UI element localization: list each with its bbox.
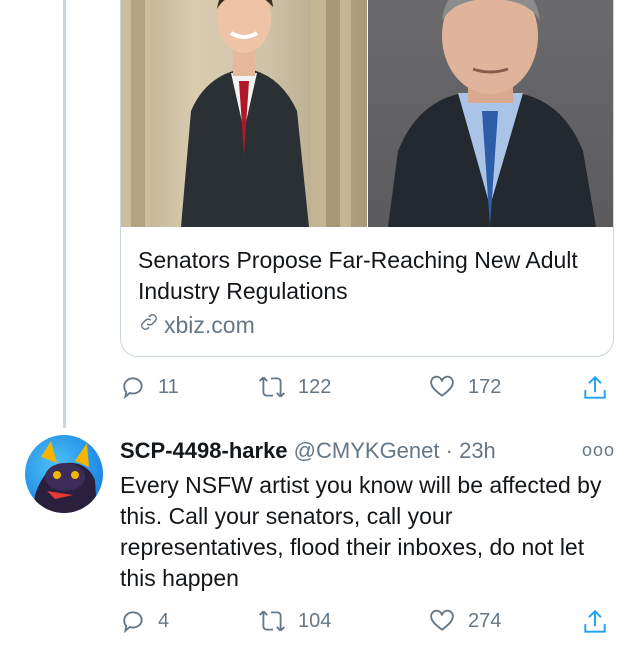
share-button[interactable]: [582, 608, 608, 636]
card-domain-text: xbiz.com: [164, 311, 255, 338]
card-images: [121, 0, 613, 227]
retweet-count: 104: [298, 609, 332, 632]
reply-count: 4: [158, 609, 170, 632]
retweet-button[interactable]: 122: [258, 374, 331, 400]
like-button[interactable]: 274: [428, 608, 501, 634]
like-count: 172: [468, 375, 502, 398]
tweet-time[interactable]: 23h: [459, 438, 496, 463]
card-image-right: [368, 0, 613, 227]
tweet-text: Every NSFW artist you know will be affec…: [120, 472, 602, 591]
reply-count: 11: [158, 375, 179, 398]
like-button[interactable]: 172: [428, 374, 501, 400]
reply-tweet-actions: 4 104 274: [120, 608, 620, 638]
share-button[interactable]: [582, 374, 608, 402]
like-icon: [428, 608, 456, 634]
thread-line: [63, 0, 66, 428]
card-title: Senators Propose Far-Reaching New Adult …: [138, 247, 578, 304]
avatar[interactable]: [25, 435, 103, 513]
share-icon: [582, 374, 608, 402]
reply-button[interactable]: 4: [120, 608, 169, 634]
retweet-icon: [258, 374, 286, 400]
display-name[interactable]: SCP-4498-harke: [120, 438, 288, 463]
retweet-icon: [258, 608, 286, 634]
more-icon[interactable]: ooo: [582, 440, 615, 461]
card-domain: xbiz.com: [138, 311, 598, 339]
link-icon: [138, 311, 160, 339]
like-count: 274: [468, 609, 502, 632]
retweet-button[interactable]: 104: [258, 608, 331, 634]
reply-icon: [120, 374, 146, 400]
quoted-tweet-actions: 11 122 172: [120, 374, 620, 404]
share-icon: [582, 608, 608, 636]
link-card[interactable]: Senators Propose Far-Reaching New Adult …: [120, 0, 614, 357]
like-icon: [428, 374, 456, 400]
separator: ·: [445, 438, 453, 463]
reply-icon: [120, 608, 146, 634]
user-handle[interactable]: @CMYKGenet: [294, 438, 440, 463]
reply-button[interactable]: 11: [120, 374, 179, 400]
card-image-left: [121, 0, 367, 227]
tweet-header: SCP-4498-harke @CMYKGenet · 23h: [120, 438, 496, 464]
retweet-count: 122: [298, 375, 332, 398]
